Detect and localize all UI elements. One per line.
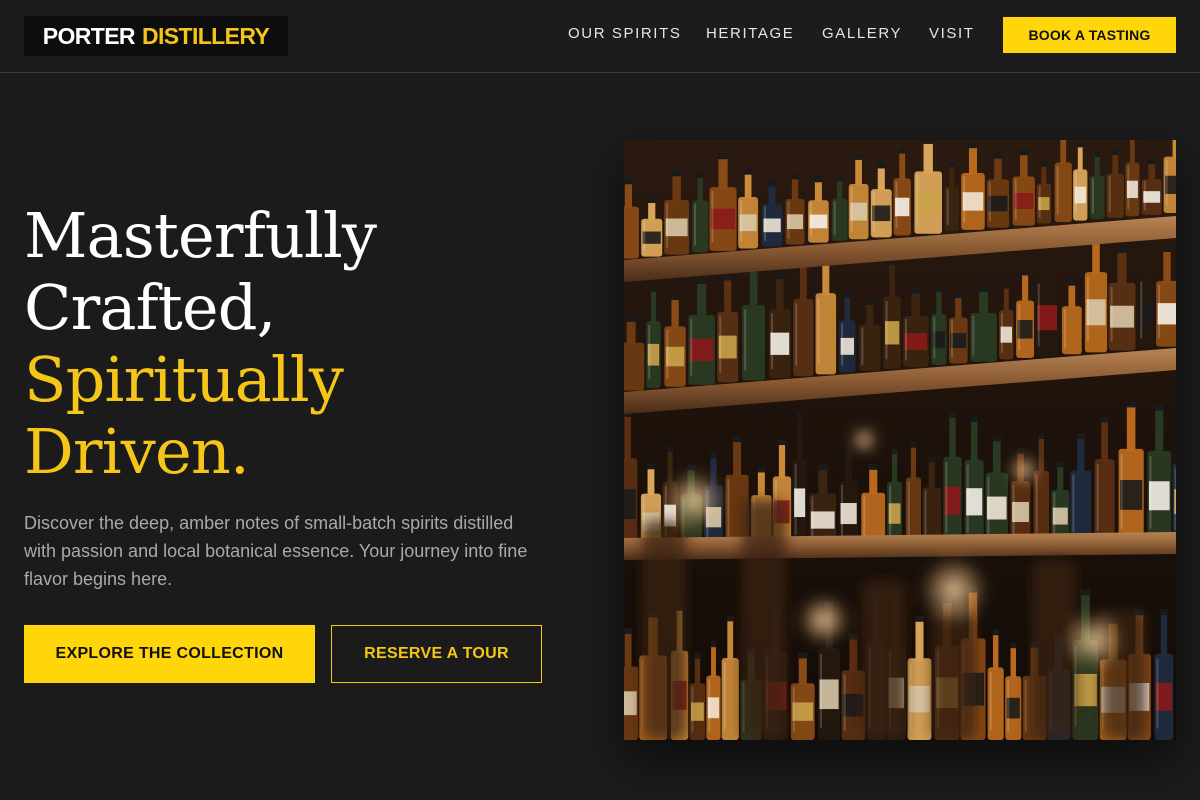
hero-title-line: Crafted,	[24, 271, 276, 344]
bokeh-light	[920, 556, 988, 624]
book-tasting-button[interactable]: BOOK A TASTING	[1003, 17, 1176, 53]
site-header: PORTER DISTILLERY OUR SPIRITS HERITAGE G…	[0, 0, 1200, 73]
bar-shelves-illustration	[624, 140, 1176, 740]
reserve-tour-button[interactable]: RESERVE A TOUR	[331, 625, 542, 683]
hero-title-line-accent: Spiritually	[24, 343, 344, 416]
page: PORTER DISTILLERY OUR SPIRITS HERITAGE G…	[0, 0, 1200, 800]
nav-link-gallery[interactable]: GALLERY	[822, 25, 902, 42]
brand-logo[interactable]: PORTER DISTILLERY	[24, 16, 288, 56]
hero-title-line: Masterfully	[24, 199, 377, 272]
bokeh-light	[850, 426, 878, 454]
explore-collection-button[interactable]: EXPLORE THE COLLECTION	[24, 625, 315, 683]
blurred-bottle	[862, 580, 906, 740]
bokeh-light	[1066, 612, 1122, 668]
bokeh-light	[664, 470, 724, 530]
brand-name-first: PORTER	[42, 22, 136, 49]
brand-name-second: DISTILLERY	[141, 22, 270, 49]
blurred-bottle	[642, 520, 686, 740]
nav-link-our-spirits[interactable]: OUR SPIRITS	[568, 25, 681, 42]
nav-link-heritage[interactable]: HERITAGE	[706, 25, 794, 42]
nav-link-visit[interactable]: VISIT	[929, 25, 975, 42]
hero-image-bar-shelves	[624, 140, 1176, 740]
blurred-bottle	[932, 610, 976, 740]
hero-title: Masterfully Crafted, Spiritually Driven.	[24, 200, 444, 488]
blurred-bottle	[742, 500, 786, 740]
hero-description: Discover the deep, amber notes of small-…	[24, 513, 528, 589]
bokeh-light	[798, 594, 850, 646]
bokeh-light	[1008, 454, 1040, 486]
hero-title-line-accent: Driven.	[24, 415, 250, 488]
